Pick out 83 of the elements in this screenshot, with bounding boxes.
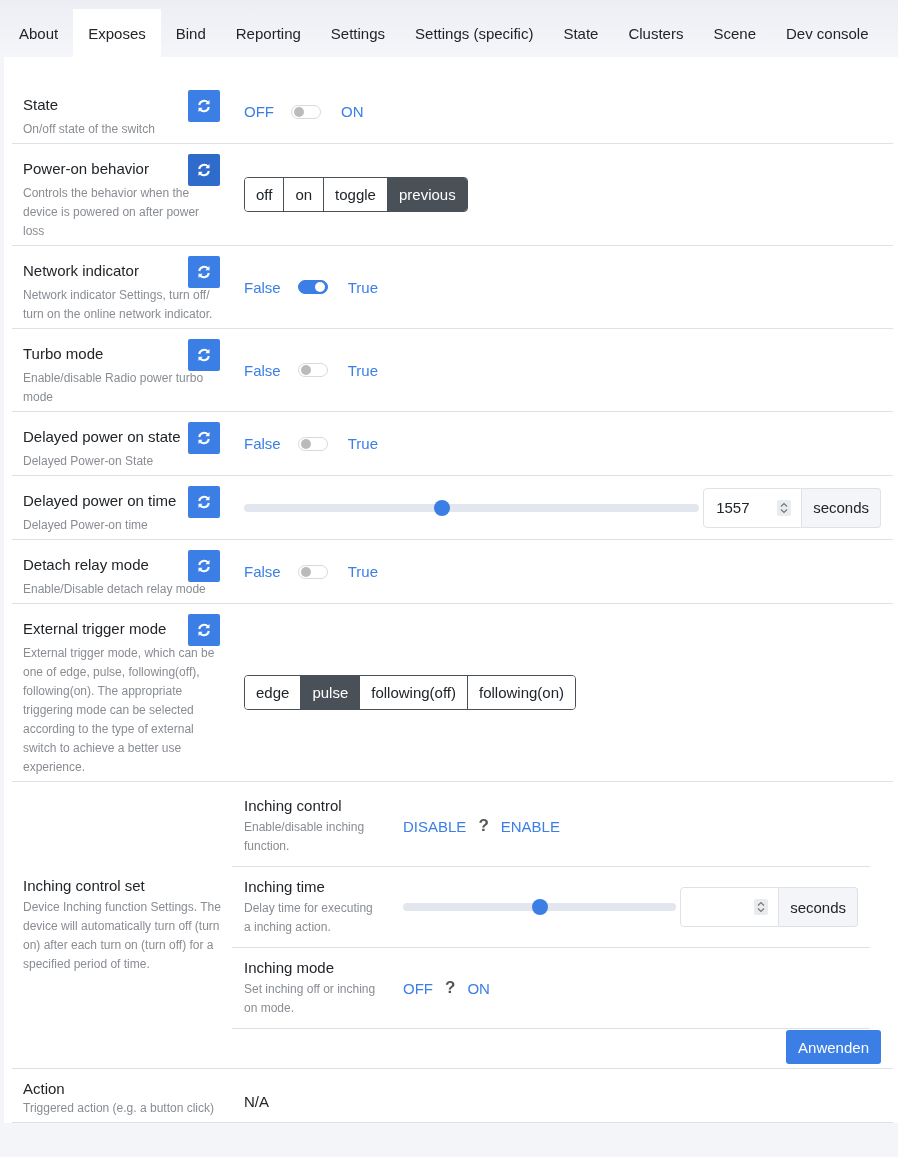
on-label: True xyxy=(347,278,378,296)
number-field[interactable]: 1557 xyxy=(703,487,803,528)
unit-label: seconds xyxy=(779,887,858,927)
tab[interactable]: Bind xyxy=(160,9,221,57)
unknown-state: ? xyxy=(478,816,489,836)
setting-title: Inching mode xyxy=(244,958,335,978)
on-label[interactable]: ON xyxy=(467,979,490,997)
refresh-icon xyxy=(197,623,211,637)
option-button[interactable]: previous xyxy=(386,178,467,211)
off-label: False xyxy=(244,563,281,580)
refresh-icon xyxy=(197,431,211,445)
setting-title: Detach relay mode xyxy=(23,555,149,575)
refresh-button[interactable] xyxy=(188,256,220,288)
spinner-icon[interactable] xyxy=(754,899,769,915)
unit-label: seconds xyxy=(802,487,881,528)
setting-description: Delay time for executing a inching action. xyxy=(244,900,374,936)
setting-description: Controls the behavior when the device is powered on after power loss xyxy=(23,185,201,240)
setting-description: Device Inching function Settings. The device will automatically turn off (turn on) after each turn on (turn off) for a specified period of time. xyxy=(23,899,221,973)
refresh-icon xyxy=(197,559,211,573)
setting-title: Network indicator xyxy=(23,261,139,281)
refresh-button[interactable] xyxy=(188,422,220,454)
apply-button[interactable]: Anwenden xyxy=(786,1030,881,1064)
tab[interactable]: Clusters xyxy=(613,9,699,57)
off-label[interactable]: DISABLE xyxy=(403,817,467,835)
setting-description: On/off state of the switch xyxy=(23,121,156,138)
tab[interactable]: Scene xyxy=(698,9,771,57)
tab[interactable]: Settings (specific) xyxy=(400,9,549,57)
tab[interactable]: Reporting xyxy=(220,9,316,57)
refresh-icon xyxy=(197,99,211,113)
setting-title: Delayed power on state xyxy=(23,427,181,447)
off-label: False xyxy=(244,361,281,379)
number-value: 1557 xyxy=(716,499,750,516)
setting-description: Set inching off or inching on mode. xyxy=(244,981,377,1017)
option-button[interactable]: pulse xyxy=(300,676,360,709)
setting-title: Turbo mode xyxy=(23,344,104,364)
refresh-button[interactable] xyxy=(188,339,220,371)
off-label: False xyxy=(244,435,281,452)
setting-description: Enable/disable Radio power turbo mode xyxy=(23,370,205,406)
on-label: ON xyxy=(341,103,364,120)
setting-title: Delayed power on time xyxy=(23,491,177,511)
on-label: True xyxy=(347,563,378,580)
refresh-button[interactable] xyxy=(188,550,220,582)
on-label: True xyxy=(347,435,378,452)
refresh-icon xyxy=(197,163,211,177)
tab[interactable]: Dev console xyxy=(771,9,884,57)
off-label[interactable]: OFF xyxy=(403,979,433,997)
setting-description: External trigger mode, which can be one of edge, pulse, following(off), following(on). The appropriate triggering mode can be selected according to the type of external switch to achieve a better use experience. xyxy=(23,645,216,776)
setting-title: Inching time xyxy=(244,877,325,897)
setting-title: Inching control xyxy=(244,796,342,816)
unknown-state: ? xyxy=(445,978,456,998)
refresh-button[interactable] xyxy=(188,486,220,518)
on-label: True xyxy=(347,361,378,379)
on-label[interactable]: ENABLE xyxy=(500,817,560,835)
refresh-button[interactable] xyxy=(188,614,220,646)
option-button[interactable]: following(on) xyxy=(467,676,576,709)
refresh-button[interactable] xyxy=(188,154,220,186)
tab[interactable]: Settings xyxy=(315,9,401,57)
tab[interactable]: State xyxy=(548,9,614,57)
off-label: False xyxy=(244,278,281,296)
setting-title: Power-on behavior xyxy=(23,159,149,179)
setting-description: Delayed Power-on State xyxy=(23,453,155,470)
setting-description: Delayed Power-on time xyxy=(23,517,149,534)
tab[interactable]: Exposes xyxy=(73,9,161,57)
refresh-button[interactable] xyxy=(188,90,220,122)
setting-title: Inching control set xyxy=(23,876,146,896)
setting-description: Enable/Disable detach relay mode xyxy=(23,581,207,598)
setting-title: External trigger mode xyxy=(23,619,167,639)
refresh-icon xyxy=(197,495,211,509)
slider-thumb[interactable] xyxy=(531,899,548,915)
number-field[interactable] xyxy=(680,887,780,927)
refresh-icon xyxy=(197,265,211,279)
spinner-icon[interactable] xyxy=(777,499,792,516)
setting-description: Triggered action (e.g. a button click) xyxy=(23,1100,215,1117)
setting-description: Enable/disable inching function. xyxy=(244,819,366,855)
setting-title: State xyxy=(23,95,59,115)
setting-description: Network indicator Settings, turn off/ turn on the online network indicator. xyxy=(23,287,214,323)
setting-title: Action xyxy=(23,1079,65,1099)
value-text: N/A xyxy=(244,1091,269,1112)
refresh-icon xyxy=(197,348,211,362)
tab[interactable]: About xyxy=(4,9,74,57)
slider-thumb[interactable] xyxy=(433,499,450,516)
toggle-switch[interactable] xyxy=(297,280,328,294)
off-label: OFF xyxy=(244,103,274,120)
